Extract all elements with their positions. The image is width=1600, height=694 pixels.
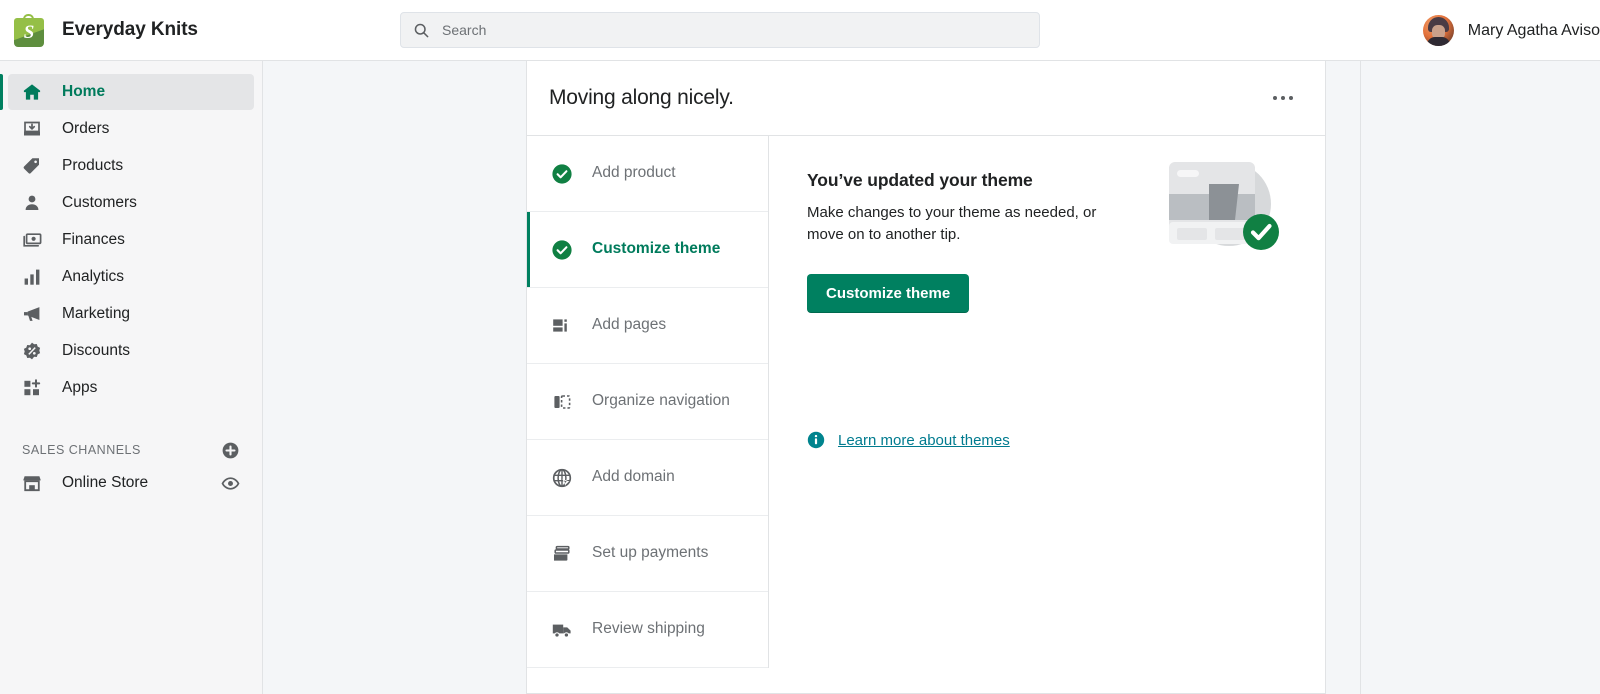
sidebar-item-marketing[interactable]: Marketing (8, 296, 254, 332)
store-name: Everyday Knits (62, 19, 198, 40)
eye-icon[interactable] (221, 474, 240, 493)
checklist-item-set-up-payments[interactable]: Set up payments (527, 516, 768, 592)
sidebar-item-discounts[interactable]: Discounts (8, 333, 254, 369)
checklist-item-add-domain[interactable]: Add domain (527, 440, 768, 516)
apps-grid-plus-icon (24, 379, 41, 396)
detail-panel: You’ve updated your theme Make changes t… (769, 136, 1325, 668)
checklist-item-label: Add pages (592, 316, 667, 334)
sidebar-item-label: Finances (62, 231, 125, 248)
storefront-icon (23, 476, 41, 492)
sidebar-item-label: Apps (62, 379, 98, 396)
setup-guide-card: Moving along nicely. Add product Customi… (526, 61, 1326, 694)
card-body: Add product Customize theme Add pages Or… (527, 136, 1325, 668)
checklist-item-review-shipping[interactable]: Review shipping (527, 592, 768, 668)
customer-person-icon (25, 195, 39, 210)
check-circle-icon (552, 163, 572, 184)
pages-layout-icon (553, 318, 567, 332)
checklist-item-label: Customize theme (592, 240, 721, 258)
detail-description: Make changes to your theme as needed, or… (807, 204, 1097, 244)
checklist-item-organize-navigation[interactable]: Organize navigation (527, 364, 768, 440)
marketing-megaphone-icon (24, 307, 40, 321)
top-bar: S Everyday Knits Search Mary Agatha Avis… (0, 0, 1600, 61)
check-circle-icon (552, 239, 572, 260)
home-icon (23, 84, 41, 100)
sidebar-item-online-store[interactable]: Online Store (8, 465, 254, 501)
checklist-item-label: Add product (592, 164, 676, 182)
brand-area[interactable]: S Everyday Knits (0, 13, 400, 47)
right-rail (1360, 61, 1600, 694)
shopify-bag-icon[interactable]: S (14, 13, 44, 47)
discounts-percent-icon (23, 342, 41, 360)
payment-card-icon (554, 545, 570, 561)
navigation-panel-icon (554, 394, 571, 409)
user-name: Mary Agatha Aviso (1467, 21, 1600, 39)
card-header: Moving along nicely. (527, 61, 1325, 136)
sidebar-item-products[interactable]: Products (8, 148, 254, 184)
sidebar-item-label: Orders (62, 120, 110, 137)
sidebar-item-label: Discounts (62, 342, 131, 359)
search-input[interactable]: Search (400, 12, 1040, 48)
main-content: Moving along nicely. Add product Customi… (263, 61, 1600, 694)
finances-cash-icon (23, 233, 42, 247)
customize-theme-button[interactable]: Customize theme (807, 274, 970, 314)
ellipsis-icon[interactable] (1265, 88, 1301, 108)
analytics-bars-icon (24, 269, 40, 285)
checklist-item-add-product[interactable]: Add product (527, 136, 768, 212)
user-menu[interactable]: Mary Agatha Aviso (1422, 0, 1600, 61)
checklist-item-customize-theme[interactable]: Customize theme (527, 212, 768, 288)
checklist-item-label: Set up payments (592, 544, 709, 562)
search-icon (414, 23, 429, 37)
checklist-item-label: Add domain (592, 468, 675, 486)
plus-circle-icon[interactable] (221, 441, 240, 460)
sidebar-item-customers[interactable]: Customers (8, 185, 254, 221)
avatar (1422, 15, 1454, 46)
page-title: Moving along nicely. (549, 86, 734, 109)
checklist-item-add-pages[interactable]: Add pages (527, 288, 768, 364)
sales-channels-header: SALES CHANNELS (0, 435, 262, 465)
sidebar: Home Orders Products Customers Finances (0, 61, 263, 694)
checklist-item-label: Review shipping (592, 620, 705, 638)
sidebar-item-label: Home (62, 83, 106, 100)
sales-channels-title: SALES CHANNELS (22, 443, 141, 457)
sidebar-item-home[interactable]: Home (0, 74, 254, 110)
sidebar-item-label: Products (62, 157, 124, 174)
sidebar-item-finances[interactable]: Finances (8, 222, 254, 258)
search-container: Search (400, 12, 1040, 48)
sidebar-item-orders[interactable]: Orders (8, 111, 254, 147)
sidebar-item-analytics[interactable]: Analytics (8, 259, 254, 295)
search-placeholder: Search (442, 22, 487, 38)
product-tag-icon (23, 158, 39, 174)
globe-icon (552, 468, 572, 487)
theme-preview-illustration (1169, 162, 1279, 250)
orders-inbox-icon (24, 121, 40, 136)
shipping-truck-icon (552, 624, 571, 638)
sidebar-item-label: Marketing (62, 305, 131, 322)
sidebar-item-label: Online Store (62, 474, 149, 491)
learn-more-row: Learn more about themes (807, 431, 1010, 449)
setup-checklist: Add product Customize theme Add pages Or… (527, 136, 769, 668)
sidebar-item-label: Analytics (62, 268, 125, 285)
learn-more-link[interactable]: Learn more about themes (838, 432, 1010, 449)
checklist-item-label: Organize navigation (592, 392, 730, 410)
sidebar-item-label: Customers (62, 194, 137, 211)
sidebar-item-apps[interactable]: Apps (8, 370, 254, 406)
info-circle-icon (807, 431, 825, 449)
